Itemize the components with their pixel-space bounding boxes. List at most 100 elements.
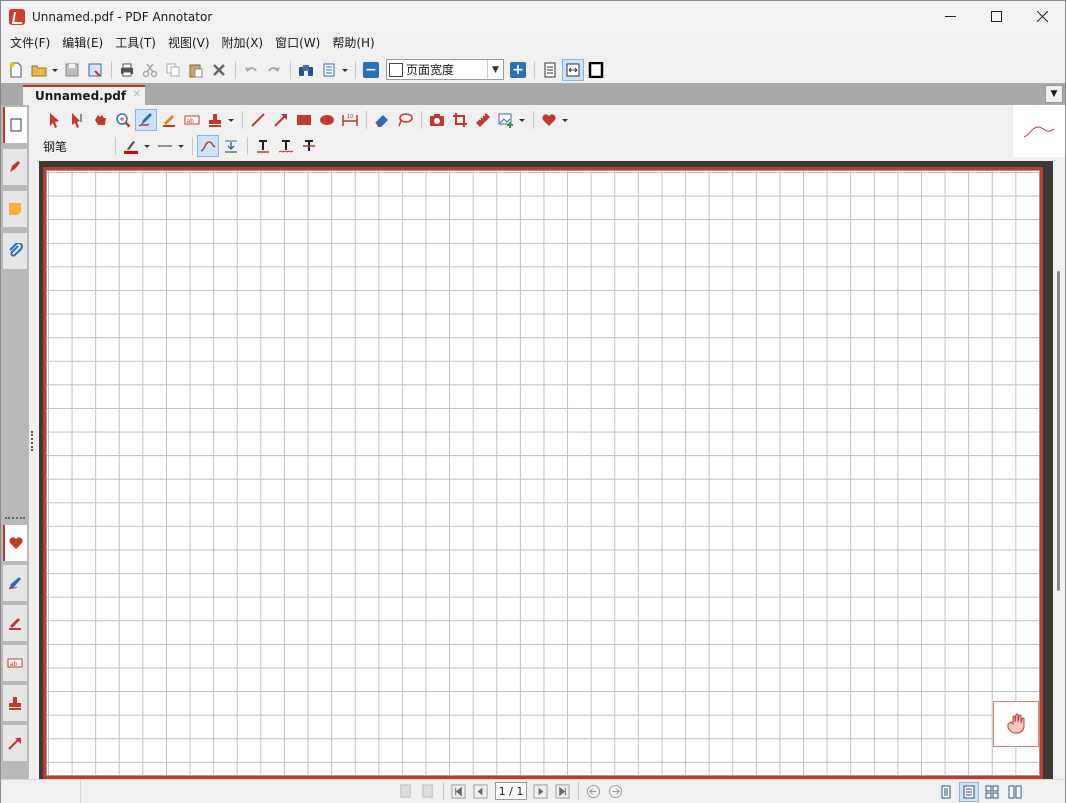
panel-splitter-dots[interactable] xyxy=(31,431,35,451)
sidebar-tab-notes[interactable] xyxy=(3,191,27,227)
history-forward-button[interactable] xyxy=(605,782,625,800)
two-page-view-button[interactable] xyxy=(982,782,1002,802)
chevron-down-icon[interactable]: ▼ xyxy=(487,60,503,79)
ellipse-tool-button[interactable] xyxy=(316,109,338,131)
favorites-dropdown-button[interactable] xyxy=(561,109,569,131)
continuous-view-button[interactable] xyxy=(959,782,979,802)
squiggly-text-button[interactable] xyxy=(275,135,297,157)
next-document-button[interactable] xyxy=(417,782,437,800)
tab-close-icon[interactable]: ✕ xyxy=(133,89,141,100)
pen-tool-button[interactable] xyxy=(135,109,157,131)
sidebar-tab-favorites[interactable] xyxy=(3,525,27,561)
menu-file[interactable]: 文件(F) xyxy=(4,32,56,54)
highlighter-tool-button[interactable] xyxy=(158,109,180,131)
undo-button[interactable] xyxy=(240,59,262,81)
scrollbar-thumb[interactable] xyxy=(1057,271,1060,591)
maximize-button[interactable] xyxy=(973,1,1019,32)
sidebar-tab-text-tools[interactable]: ab xyxy=(3,645,27,681)
pen-color-button[interactable] xyxy=(120,135,142,157)
underline-text-button[interactable] xyxy=(252,135,274,157)
title-bar: Unnamed.pdf - PDF Annotator xyxy=(1,1,1065,32)
zoom-select[interactable]: 页面宽度 ▼ xyxy=(386,59,504,80)
line-width-button[interactable] xyxy=(154,135,176,157)
cut-button[interactable] xyxy=(139,59,161,81)
sidebar-tab-annotations[interactable] xyxy=(3,149,27,185)
arrow-tool-button[interactable] xyxy=(270,109,292,131)
snap-to-line-button[interactable] xyxy=(220,135,242,157)
single-page-view-button[interactable] xyxy=(936,782,956,802)
save-button[interactable] xyxy=(61,59,83,81)
page-number-field[interactable]: 1 / 1 xyxy=(495,782,527,800)
snapshot-tool-button[interactable] xyxy=(426,109,448,131)
menu-extras[interactable]: 附加(X) xyxy=(216,32,270,54)
pdf-page[interactable] xyxy=(43,167,1043,779)
stamp-tool-button[interactable] xyxy=(204,109,226,131)
redo-button[interactable] xyxy=(263,59,285,81)
previous-document-button[interactable] xyxy=(395,782,415,800)
zoom-tool-button[interactable] xyxy=(112,109,134,131)
vertical-scrollbar[interactable] xyxy=(1053,161,1065,779)
save-as-button[interactable] xyxy=(84,59,106,81)
first-page-button[interactable] xyxy=(448,782,468,800)
strikeout-text-button[interactable] xyxy=(298,135,320,157)
crop-tool-button[interactable] xyxy=(449,109,471,131)
lasso-tool-button[interactable] xyxy=(394,109,416,131)
zoom-in-button[interactable]: + xyxy=(507,59,529,81)
select-text-tool-button[interactable] xyxy=(66,109,88,131)
menu-help[interactable]: 帮助(H) xyxy=(326,32,380,54)
sidebar-tab-arrow-tools[interactable] xyxy=(3,725,27,761)
open-button[interactable] xyxy=(28,59,50,81)
document-viewport[interactable] xyxy=(39,161,1053,779)
previous-page-button[interactable] xyxy=(470,782,490,800)
menu-window[interactable]: 窗口(W) xyxy=(269,32,326,54)
copy-button[interactable] xyxy=(162,59,184,81)
stamp-dropdown-button[interactable] xyxy=(227,109,235,131)
menu-view[interactable]: 视图(V) xyxy=(162,32,216,54)
grid-paper[interactable] xyxy=(46,170,1040,776)
pen-color-dropdown-button[interactable] xyxy=(143,135,151,157)
ocr-dropdown-button[interactable] xyxy=(341,59,349,81)
paste-button[interactable] xyxy=(185,59,207,81)
menu-tools[interactable]: 工具(T) xyxy=(109,32,162,54)
fit-width-button[interactable] xyxy=(562,58,584,81)
ocr-button[interactable] xyxy=(318,59,340,81)
print-button[interactable] xyxy=(116,59,138,81)
ruler-tool-button[interactable] xyxy=(472,109,494,131)
open-dropdown-button[interactable] xyxy=(51,59,59,81)
last-page-button[interactable] xyxy=(552,782,572,800)
rectangle-tool-button[interactable] xyxy=(293,109,315,131)
eraser-tool-button[interactable] xyxy=(371,109,393,131)
text-box-tool-button[interactable]: ab xyxy=(181,109,203,131)
minimize-button[interactable] xyxy=(927,1,973,32)
measure-tool-button[interactable]: 10 xyxy=(339,109,361,131)
sidebar-tab-stamp-tools[interactable] xyxy=(3,685,27,721)
tab-unnamed-pdf[interactable]: Unnamed.pdf ✕ xyxy=(23,85,145,105)
next-page-button[interactable] xyxy=(530,782,550,800)
find-button[interactable] xyxy=(295,59,317,81)
two-page-continuous-view-button[interactable] xyxy=(1005,782,1025,802)
sidebar-tab-pen-tools[interactable] xyxy=(3,565,27,601)
fullscreen-button[interactable] xyxy=(585,59,607,81)
sidebar-tab-highlighter-tools[interactable] xyxy=(3,605,27,641)
select-tool-button[interactable] xyxy=(43,109,65,131)
sidebar-tab-attachments[interactable] xyxy=(3,233,27,269)
new-document-button[interactable] xyxy=(5,59,27,81)
tab-list-dropdown[interactable]: ▼ xyxy=(1045,85,1063,103)
close-button[interactable] xyxy=(1019,1,1065,32)
history-back-button[interactable] xyxy=(583,782,603,800)
insert-image-tool-button[interactable] xyxy=(495,109,517,131)
line-tool-button[interactable] xyxy=(247,109,269,131)
sidebar-tab-pages[interactable] xyxy=(3,107,27,143)
hand-tool-button[interactable] xyxy=(89,109,111,131)
floating-hand-tool[interactable] xyxy=(993,701,1039,747)
fit-page-button[interactable] xyxy=(539,59,561,81)
zoom-out-button[interactable]: − xyxy=(360,59,382,81)
insert-dropdown-button[interactable] xyxy=(518,109,526,131)
status-field xyxy=(1,780,81,803)
delete-button[interactable] xyxy=(208,59,230,81)
favorites-tool-button[interactable] xyxy=(538,109,560,131)
menu-edit[interactable]: 编辑(E) xyxy=(56,32,109,54)
line-width-dropdown-button[interactable] xyxy=(177,135,185,157)
sidebar-splitter-dots[interactable] xyxy=(5,517,25,521)
smooth-stroke-button[interactable] xyxy=(197,135,219,157)
